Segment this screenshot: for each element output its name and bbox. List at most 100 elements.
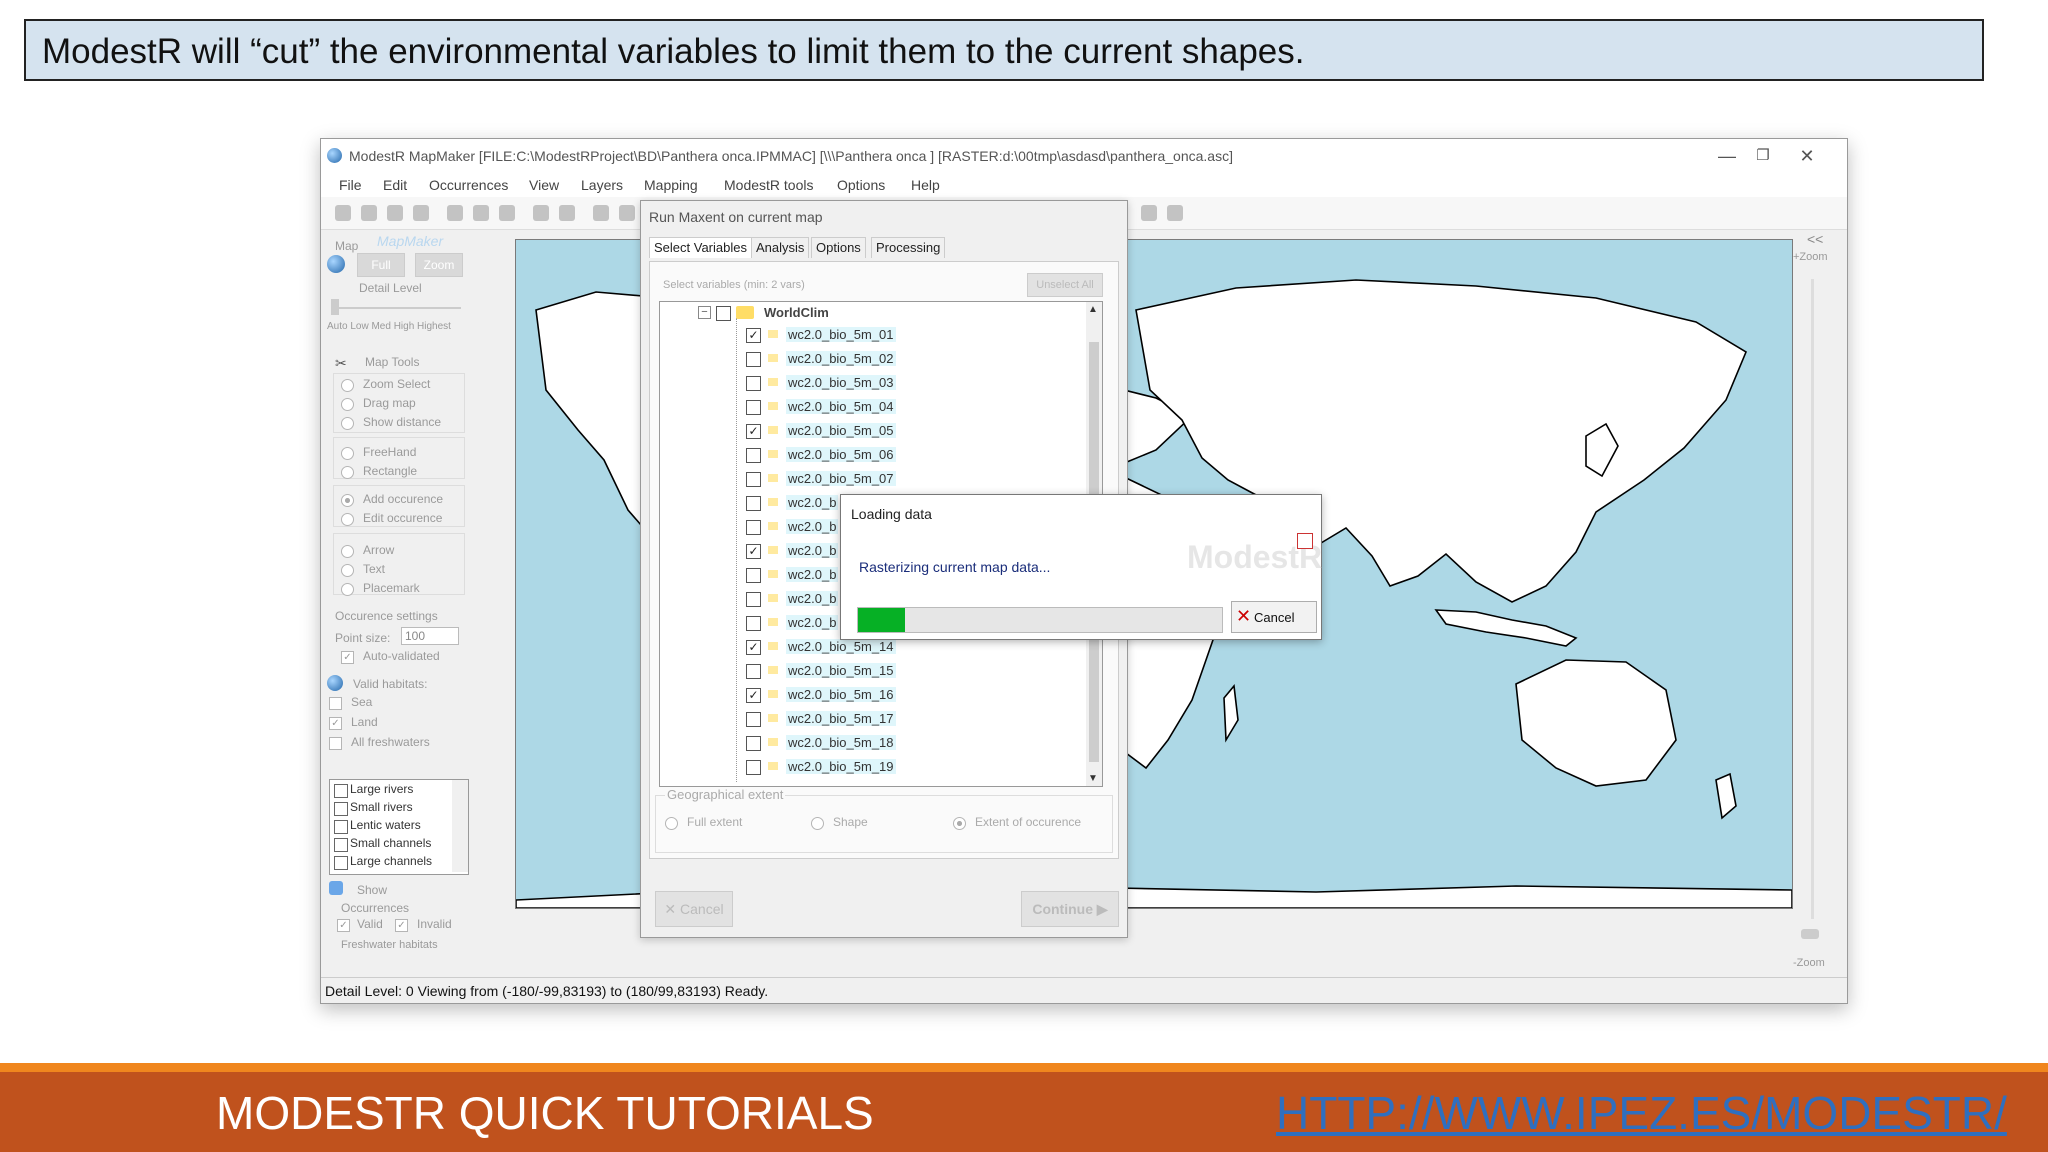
import-icon[interactable] bbox=[387, 205, 403, 221]
variable-row: wc2.0_bio_5m_03 bbox=[660, 372, 1102, 394]
camera-icon[interactable] bbox=[593, 205, 609, 221]
scroll-up-icon[interactable]: ▲ bbox=[1088, 304, 1098, 315]
menu-layers[interactable]: Layers bbox=[581, 177, 623, 193]
freshwater-scrollbar[interactable] bbox=[452, 780, 468, 872]
menu-modestr-tools[interactable]: ModestR tools bbox=[724, 177, 813, 193]
detail-slider[interactable] bbox=[331, 307, 461, 309]
layer-icon[interactable] bbox=[559, 205, 575, 221]
close-button[interactable]: ✕ bbox=[1787, 143, 1827, 169]
menu-help[interactable]: Help bbox=[911, 177, 940, 193]
variable-checkbox[interactable] bbox=[746, 376, 761, 391]
freehand-radio[interactable] bbox=[341, 447, 354, 460]
variable-checkbox[interactable]: ✓ bbox=[746, 688, 761, 703]
variable-checkbox[interactable] bbox=[746, 592, 761, 607]
copy-icon[interactable] bbox=[499, 205, 515, 221]
menu-view[interactable]: View bbox=[529, 177, 559, 193]
variable-checkbox[interactable] bbox=[746, 472, 761, 487]
zoom-out-label[interactable]: -Zoom bbox=[1793, 957, 1825, 969]
continue-button[interactable]: Continue ▶ bbox=[1021, 891, 1119, 927]
detail-slider-thumb[interactable] bbox=[331, 299, 339, 315]
new-icon[interactable] bbox=[335, 205, 351, 221]
progress-fill bbox=[858, 608, 906, 632]
variable-checkbox[interactable] bbox=[746, 664, 761, 679]
auto-validated-checkbox[interactable]: ✓ bbox=[341, 651, 354, 664]
variable-checkbox[interactable] bbox=[746, 496, 761, 511]
variable-checkbox[interactable]: ✓ bbox=[746, 544, 761, 559]
sea-checkbox[interactable] bbox=[329, 697, 342, 710]
unselect-all-button[interactable]: Unselect All bbox=[1027, 273, 1103, 297]
variable-checkbox[interactable]: ✓ bbox=[746, 640, 761, 655]
variable-checkbox[interactable]: ✓ bbox=[746, 328, 761, 343]
arrow-radio[interactable] bbox=[341, 545, 354, 558]
zoom-slider[interactable] bbox=[1811, 279, 1814, 919]
variable-checkbox[interactable] bbox=[746, 712, 761, 727]
zoom-select-radio[interactable] bbox=[341, 379, 354, 392]
text-radio[interactable] bbox=[341, 564, 354, 577]
zoom-slider-thumb[interactable] bbox=[1801, 929, 1819, 939]
open-icon[interactable] bbox=[361, 205, 377, 221]
full-extent-radio[interactable] bbox=[665, 817, 678, 830]
tab-analysis[interactable]: Analysis bbox=[751, 237, 810, 258]
zoom-button[interactable]: Zoom bbox=[415, 253, 463, 277]
loading-message: Rasterizing current map data... bbox=[859, 559, 1051, 575]
collapse-tree-icon[interactable]: − bbox=[698, 306, 711, 319]
variable-checkbox[interactable] bbox=[746, 760, 761, 775]
folder-icon[interactable] bbox=[1167, 205, 1183, 221]
restore-button[interactable]: ❐ bbox=[1743, 143, 1783, 169]
placemark-radio[interactable] bbox=[341, 583, 354, 596]
variable-checkbox[interactable] bbox=[746, 400, 761, 415]
footer-link[interactable]: HTTP://WWW.IPEZ.ES/MODESTR/ bbox=[1276, 1086, 2007, 1140]
variable-checkbox[interactable] bbox=[746, 352, 761, 367]
variable-checkbox[interactable] bbox=[746, 520, 761, 535]
variable-checkbox[interactable] bbox=[746, 448, 761, 463]
print-icon[interactable] bbox=[473, 205, 489, 221]
download-icon[interactable] bbox=[1141, 205, 1157, 221]
add-occurence-radio[interactable] bbox=[341, 494, 354, 507]
minimize-button[interactable]: — bbox=[1707, 143, 1747, 169]
shape-radio[interactable] bbox=[811, 817, 824, 830]
edit-occurence-radio[interactable] bbox=[341, 513, 354, 526]
export-icon[interactable] bbox=[413, 205, 429, 221]
globe-icon[interactable] bbox=[533, 205, 549, 221]
small-channels-checkbox[interactable] bbox=[334, 838, 348, 852]
freshwaters-checkbox[interactable] bbox=[329, 737, 342, 750]
large-channels-checkbox[interactable] bbox=[334, 856, 348, 870]
tab-options[interactable]: Options bbox=[811, 237, 866, 258]
point-size-input[interactable]: 100 bbox=[401, 627, 459, 645]
land-checkbox[interactable]: ✓ bbox=[329, 717, 342, 730]
full-button[interactable]: Full bbox=[357, 253, 405, 277]
map-tools-label: Map Tools bbox=[365, 355, 420, 369]
extent-occurence-radio[interactable] bbox=[953, 817, 966, 830]
loading-cancel-button[interactable]: ✕ Cancel bbox=[1231, 601, 1317, 633]
invalid-checkbox[interactable]: ✓ bbox=[395, 919, 408, 932]
valid-checkbox[interactable]: ✓ bbox=[337, 919, 350, 932]
large-rivers-checkbox[interactable] bbox=[334, 784, 348, 798]
maxent-cancel-button[interactable]: ✕ Cancel bbox=[655, 891, 733, 927]
tree-root: − WorldClim bbox=[660, 302, 1102, 324]
tool-icon[interactable] bbox=[619, 205, 635, 221]
drag-map-radio[interactable] bbox=[341, 398, 354, 411]
variable-checkbox[interactable] bbox=[746, 616, 761, 631]
menu-edit[interactable]: Edit bbox=[383, 177, 407, 193]
variable-checkbox[interactable] bbox=[746, 568, 761, 583]
show-distance-radio[interactable] bbox=[341, 417, 354, 430]
menu-options[interactable]: Options bbox=[837, 177, 885, 193]
small-rivers-checkbox[interactable] bbox=[334, 802, 348, 816]
raster-layer-icon bbox=[768, 546, 778, 554]
lentic-waters-checkbox[interactable] bbox=[334, 820, 348, 834]
collapse-button[interactable]: << bbox=[1807, 231, 1823, 247]
zoom-in-label[interactable]: +Zoom bbox=[1793, 251, 1828, 263]
root-checkbox[interactable] bbox=[716, 306, 731, 321]
save-icon[interactable] bbox=[447, 205, 463, 221]
menu-mapping[interactable]: Mapping bbox=[644, 177, 698, 193]
variable-checkbox[interactable] bbox=[746, 736, 761, 751]
tab-processing[interactable]: Processing bbox=[871, 237, 946, 258]
menu-file[interactable]: File bbox=[339, 177, 362, 193]
indonesia-shape bbox=[1434, 609, 1578, 647]
variable-label: wc2.0_bio_5m_18 bbox=[786, 735, 896, 750]
tab-select-variables[interactable]: Select Variables bbox=[649, 237, 752, 258]
menu-occurrences[interactable]: Occurrences bbox=[429, 177, 508, 193]
rectangle-radio[interactable] bbox=[341, 466, 354, 479]
scroll-down-icon[interactable]: ▼ bbox=[1088, 773, 1098, 784]
variable-checkbox[interactable]: ✓ bbox=[746, 424, 761, 439]
